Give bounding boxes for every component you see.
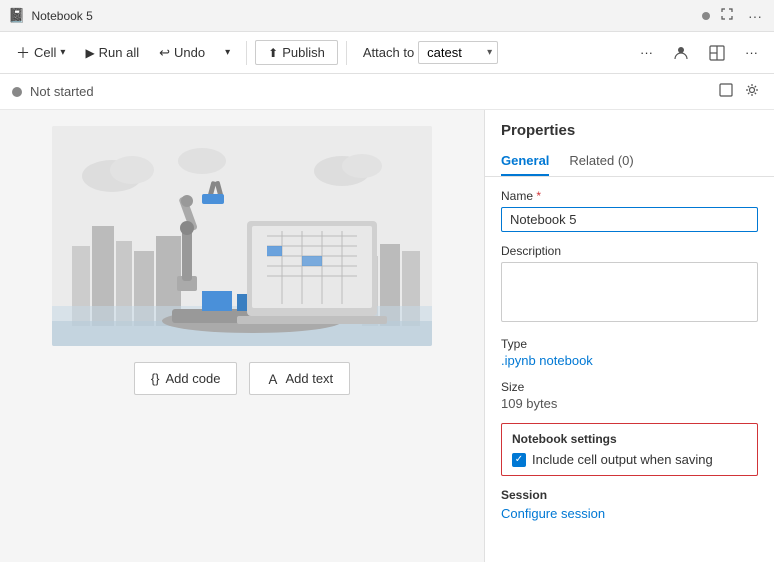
illustration-svg [52, 126, 432, 346]
tab-general[interactable]: General [501, 147, 549, 176]
status-actions [716, 80, 762, 103]
window-title: Notebook 5 [31, 9, 696, 23]
attach-label: Attach to [363, 45, 414, 60]
status-text: Not started [30, 84, 94, 99]
attach-select[interactable]: catest [418, 41, 498, 64]
title-bar: 📓 Notebook 5 ··· [0, 0, 774, 32]
attach-select-wrapper: catest ▾ [418, 41, 498, 64]
undo-chevron-button[interactable]: ▾ [217, 43, 238, 62]
play-icon: ▶ [85, 46, 94, 60]
add-code-button[interactable]: {} Add code [134, 362, 238, 395]
properties-tabs: General Related (0) [485, 147, 774, 177]
toolbar-overflow-button[interactable]: ··· [737, 41, 766, 65]
toolbar-divider2 [346, 41, 347, 65]
add-cell-button[interactable]: ＋ Cell ▾ [8, 39, 73, 67]
status-indicator [12, 87, 22, 97]
properties-panel: Properties General Related (0) Name * De… [484, 110, 774, 562]
name-input[interactable] [501, 207, 758, 232]
status-bar: Not started [0, 74, 774, 110]
include-output-label: Include cell output when saving [532, 452, 713, 467]
settings-button[interactable] [742, 80, 762, 103]
type-value[interactable]: .ipynb notebook [501, 353, 758, 368]
include-output-row: ✓ Include cell output when saving [512, 452, 747, 467]
notebook-settings-box: Notebook settings ✓ Include cell output … [501, 423, 758, 476]
stop-icon [719, 83, 733, 97]
session-title: Session [501, 488, 758, 502]
configure-session-link[interactable]: Configure session [501, 506, 605, 521]
toolbar-right: ··· ··· [632, 41, 766, 65]
maximize-button[interactable] [716, 5, 738, 26]
more-options-button[interactable]: ··· [744, 5, 766, 26]
name-required: * [536, 189, 541, 203]
plus-icon: ＋ [16, 43, 30, 63]
name-label: Name * [501, 189, 758, 203]
notebook-settings-title: Notebook settings [512, 432, 747, 446]
description-textarea[interactable] [501, 262, 758, 322]
notebook-area: {} Add code Ａ Add text [0, 110, 484, 562]
toolbar: ＋ Cell ▾ ▶ Run all ↩ Undo ▾ ⬆ Publish At… [0, 32, 774, 74]
user-icon [673, 45, 689, 61]
window-controls: ··· [716, 5, 766, 26]
text-icon: Ａ [266, 369, 279, 388]
main-layout: {} Add code Ａ Add text Properties Genera… [0, 110, 774, 562]
stop-button[interactable] [716, 80, 736, 103]
publish-button[interactable]: ⬆ Publish [255, 40, 338, 65]
toolbar-divider [246, 41, 247, 65]
settings-icon [745, 83, 759, 97]
toolbar-more-button[interactable]: ··· [632, 41, 661, 65]
undo-button[interactable]: ↩ Undo [151, 41, 213, 65]
tab-related[interactable]: Related (0) [569, 147, 633, 176]
properties-header: Properties [485, 110, 774, 147]
add-text-button[interactable]: Ａ Add text [249, 362, 350, 395]
type-label: Type [501, 337, 758, 351]
code-icon: {} [151, 371, 160, 386]
undo-icon: ↩ [159, 45, 170, 61]
notebook-illustration [52, 126, 432, 346]
size-value: 109 bytes [501, 396, 758, 411]
run-all-button[interactable]: ▶ Run all [77, 41, 147, 64]
size-label: Size [501, 380, 758, 394]
notebook-icon: 📓 [8, 7, 25, 24]
include-output-checkbox[interactable]: ✓ [512, 453, 526, 467]
checkmark-icon: ✓ [515, 455, 523, 465]
description-label: Description [501, 244, 758, 258]
unsaved-dot [702, 12, 710, 20]
properties-body: Name * Description Type .ipynb notebook … [485, 177, 774, 562]
cell-chevron-icon: ▾ [60, 47, 65, 58]
notebook-actions: {} Add code Ａ Add text [134, 362, 350, 395]
layout-icon-button[interactable] [701, 41, 733, 65]
publish-icon: ⬆ [268, 46, 278, 60]
user-icon-button[interactable] [665, 41, 697, 65]
layout-icon [709, 45, 725, 61]
undo-chevron-icon: ▾ [225, 47, 230, 58]
